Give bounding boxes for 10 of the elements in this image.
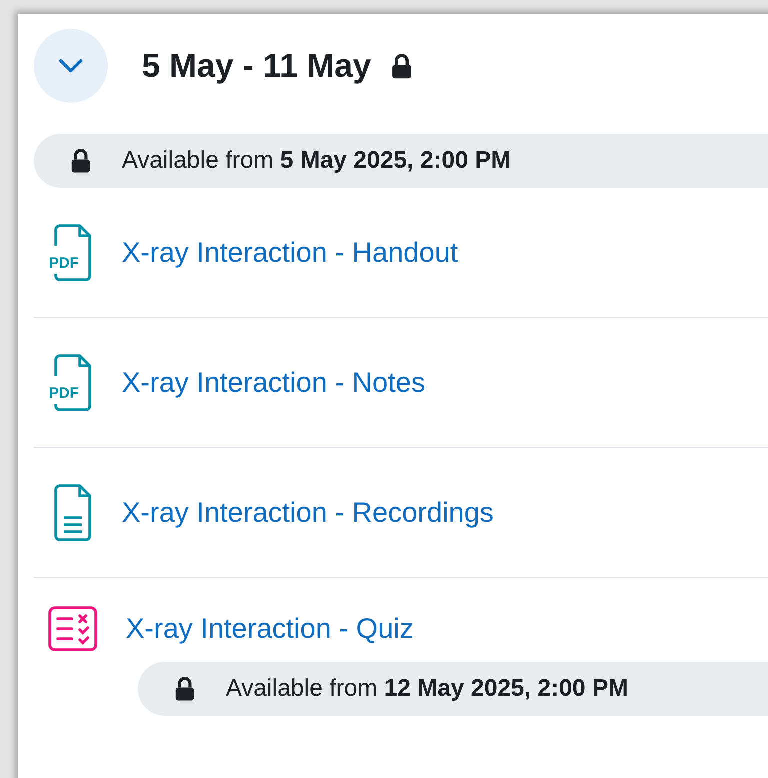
availability-text: Available from 5 May 2025, 2:00 PM [122, 147, 512, 175]
availability-text: Available from 12 May 2025, 2:00 PM [226, 675, 628, 703]
activity-link[interactable]: X-ray Interaction - Notes [122, 366, 426, 398]
activity-link[interactable]: X-ray Interaction - Quiz [126, 613, 414, 645]
lock-icon [70, 148, 92, 174]
section-title: 5 May - 11 May [142, 47, 372, 85]
activity-link[interactable]: X-ray Interaction - Recordings [122, 496, 494, 528]
activity-link[interactable]: X-ray Interaction - Handout [122, 236, 458, 268]
quiz-icon [48, 606, 98, 652]
lock-icon [174, 676, 196, 702]
